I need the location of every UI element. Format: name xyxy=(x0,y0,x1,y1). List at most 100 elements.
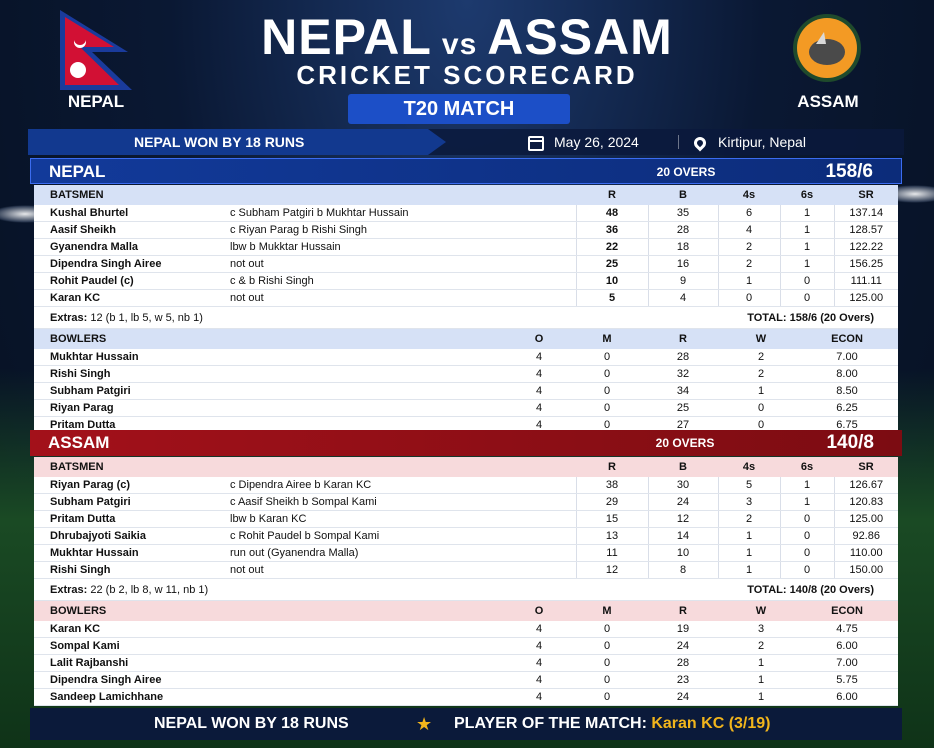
extras-value: 12 (b 1, lb 5, w 5, nb 1) xyxy=(90,312,203,324)
total: TOTAL: 158/6 (20 Overs) xyxy=(747,307,874,329)
dismissal: lbw b Mukktar Hussain xyxy=(230,238,576,256)
match-venue: Kirtipur, Nepal xyxy=(691,129,806,155)
table-row: Dipendra Singh Airee 4 0 23 1 5.75 xyxy=(34,671,898,689)
total-label: TOTAL: xyxy=(747,584,787,596)
dismissal: c Dipendra Airee b Karan KC xyxy=(230,477,576,494)
bowler-name: Karan KC xyxy=(34,621,504,638)
col-header: W xyxy=(755,605,767,617)
strike-rate: 125.00 xyxy=(833,289,898,307)
innings-overs: 20 OVERS xyxy=(656,165,716,179)
extras-label: Extras: xyxy=(50,312,88,324)
table-row: Mukhtar Hussain run out (Gyanendra Malla)… xyxy=(34,544,898,562)
dismissal: c Aasif Sheikh b Sompal Kami xyxy=(230,493,576,511)
table-row: Lalit Rajbanshi 4 0 28 1 7.00 xyxy=(34,654,898,672)
scorecard-panel-nepal: BATSMEN R B 4s 6s SR Kushal Bhurtel c Sub… xyxy=(34,185,898,434)
runs: 32 xyxy=(640,365,726,383)
col-header: B xyxy=(679,189,687,201)
balls: 35 xyxy=(647,205,718,222)
runs: 29 xyxy=(575,493,648,511)
innings-score: 158/6 xyxy=(825,161,873,182)
strike-rate: 156.25 xyxy=(833,255,898,273)
strike-rate: 128.57 xyxy=(833,221,898,239)
col-header: SR xyxy=(858,189,874,201)
runs: 25 xyxy=(575,255,648,273)
balls: 4 xyxy=(647,289,718,307)
dismissal: c Riyan Parag b Rishi Singh xyxy=(230,221,576,239)
runs: 22 xyxy=(575,238,648,256)
sixes: 0 xyxy=(779,289,834,307)
maidens: 0 xyxy=(574,621,640,638)
match-info-bar: NEPAL WON BY 18 RUNS May 26, 2024 Kirtip… xyxy=(28,129,904,155)
col-header: BATSMEN xyxy=(50,189,104,201)
innings-header-assam: ASSAM 20 OVERS 140/8 xyxy=(30,430,902,456)
table-row: Sandeep Lamichhane 4 0 24 1 6.00 xyxy=(34,688,898,706)
bowler-name: Subham Patgiri xyxy=(34,382,504,400)
sixes: 1 xyxy=(779,477,834,494)
runs: 13 xyxy=(575,527,648,545)
fours: 5 xyxy=(717,477,780,494)
fours: 1 xyxy=(717,272,780,290)
dismissal: lbw b Karan KC xyxy=(230,510,576,528)
economy: 8.50 xyxy=(796,382,898,400)
bowler-name: Riyan Parag xyxy=(34,399,504,417)
title-team2: ASSAM xyxy=(487,9,673,65)
batting-header-row: BATSMEN R B 4s 6s SR xyxy=(34,457,898,477)
strike-rate: 120.83 xyxy=(833,493,898,511)
fours: 1 xyxy=(717,561,780,579)
bowler-name: Dipendra Singh Airee xyxy=(34,671,504,689)
sixes: 1 xyxy=(779,205,834,222)
bowler-name: Sompal Kami xyxy=(34,637,504,655)
runs: 10 xyxy=(575,272,648,290)
fours: 2 xyxy=(717,255,780,273)
extras-value: 22 (b 2, lb 8, w 11, nb 1) xyxy=(90,584,209,596)
runs: 34 xyxy=(640,382,726,400)
economy: 8.00 xyxy=(796,365,898,383)
col-header: R xyxy=(608,189,616,201)
result-banner: NEPAL WON BY 18 RUNS xyxy=(28,129,446,155)
sixes: 0 xyxy=(779,544,834,562)
col-header: 4s xyxy=(742,461,756,473)
sixes: 1 xyxy=(779,493,834,511)
batsman-name: Kushal Bhurtel xyxy=(34,205,230,222)
footer-banner: NEPAL WON BY 18 RUNS ★ PLAYER OF THE MAT… xyxy=(30,708,902,740)
runs: 5 xyxy=(575,289,648,307)
runs: 38 xyxy=(575,477,648,494)
pom-value: Karan KC (3/19) xyxy=(651,715,771,732)
economy: 4.75 xyxy=(796,621,898,638)
batsman-name: Dipendra Singh Airee xyxy=(34,255,230,273)
fours: 1 xyxy=(717,527,780,545)
batsman-name: Pritam Dutta xyxy=(34,510,230,528)
batsman-name: Mukhtar Hussain xyxy=(34,544,230,562)
strike-rate: 122.22 xyxy=(833,238,898,256)
maidens: 0 xyxy=(574,637,640,655)
sixes: 1 xyxy=(779,221,834,239)
extras: Extras: 22 (b 2, lb 8, w 11, nb 1) xyxy=(50,579,208,601)
batsman-name: Rohit Paudel (c) xyxy=(34,272,230,290)
strike-rate: 111.11 xyxy=(833,272,898,290)
balls: 16 xyxy=(647,255,718,273)
strike-rate: 110.00 xyxy=(833,544,898,562)
economy: 6.00 xyxy=(796,688,898,706)
runs: 12 xyxy=(575,561,648,579)
right-team-label: ASSAM xyxy=(797,92,859,111)
col-header: ECON xyxy=(831,333,863,345)
economy: 7.00 xyxy=(796,654,898,672)
runs: 19 xyxy=(640,621,726,638)
col-header: ECON xyxy=(831,605,863,617)
total-value: 158/6 (20 Overs) xyxy=(789,312,874,324)
strike-rate: 150.00 xyxy=(833,561,898,579)
balls: 24 xyxy=(647,493,718,511)
maidens: 0 xyxy=(574,399,640,417)
runs: 23 xyxy=(640,671,726,689)
col-header: R xyxy=(608,461,616,473)
bowler-name: Sandeep Lamichhane xyxy=(34,688,504,706)
col-header: BOWLERS xyxy=(50,605,107,617)
maidens: 0 xyxy=(574,688,640,706)
overs: 4 xyxy=(504,654,574,672)
dismissal: not out xyxy=(230,289,576,307)
table-row: Riyan Parag (c) c Dipendra Airee b Karan … xyxy=(34,477,898,494)
runs: 48 xyxy=(575,205,648,222)
sixes: 1 xyxy=(779,255,834,273)
maidens: 0 xyxy=(574,349,640,366)
scorecard-panel-assam: BATSMEN R B 4s 6s SR Riyan Parag (c) c Di… xyxy=(34,457,898,706)
